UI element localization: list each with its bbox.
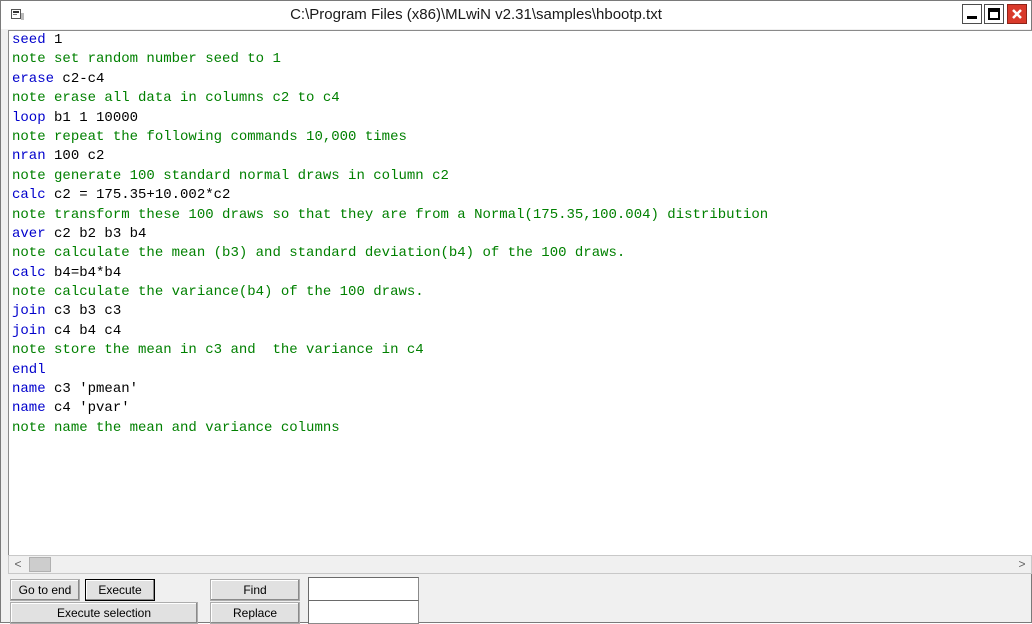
macro-arguments: c2 b2 b3 b4 xyxy=(45,225,147,242)
scroll-left-icon[interactable]: < xyxy=(9,556,27,573)
macro-arguments: b4=b4*b4 xyxy=(45,264,122,281)
macro-command: note xyxy=(12,245,46,262)
macro-command: note xyxy=(12,128,46,145)
macro-line[interactable]: nran 100 c2 xyxy=(12,147,768,166)
execute-selection-button[interactable]: Execute selection xyxy=(10,602,198,624)
macro-line[interactable]: calc c2 = 175.35+10.002*c2 xyxy=(12,186,768,205)
macro-command: loop xyxy=(12,109,46,126)
macro-line[interactable]: note name the mean and variance columns xyxy=(12,419,768,438)
macro-line[interactable]: note store the mean in c3 and the varian… xyxy=(12,341,768,360)
macro-line[interactable]: note generate 100 standard normal draws … xyxy=(12,167,768,186)
minimize-button[interactable] xyxy=(962,4,982,24)
macro-line[interactable]: endl xyxy=(12,361,768,380)
macro-arguments: c4 b4 c4 xyxy=(45,322,122,339)
replace-input[interactable] xyxy=(308,600,419,624)
macro-arguments: c2-c4 xyxy=(54,70,105,87)
maximize-icon xyxy=(988,8,1000,20)
macro-arguments: c4 'pvar' xyxy=(45,400,130,417)
macro-command: name xyxy=(12,400,46,417)
macro-arguments: generate 100 standard normal draws in co… xyxy=(45,167,449,184)
macro-line[interactable]: erase c2-c4 xyxy=(12,70,768,89)
macro-command: name xyxy=(12,381,46,398)
macro-command: nran xyxy=(12,148,46,165)
macro-arguments: c3 b3 c3 xyxy=(45,303,122,320)
replace-button[interactable]: Replace xyxy=(210,602,300,624)
macro-command: note xyxy=(12,342,46,359)
macro-arguments: name the mean and variance columns xyxy=(45,419,340,436)
macro-arguments: calculate the mean (b3) and standard dev… xyxy=(45,245,626,262)
macro-line[interactable]: name c4 'pvar' xyxy=(12,399,768,418)
macro-line[interactable]: note set random number seed to 1 xyxy=(12,50,768,69)
macro-command: erase xyxy=(12,70,55,87)
close-icon xyxy=(1012,9,1022,19)
macro-command: calc xyxy=(12,187,46,204)
window-title: C:\Program Files (x86)\MLwiN v2.31\sampl… xyxy=(290,6,662,23)
close-button[interactable] xyxy=(1007,4,1027,24)
macro-arguments: 1 xyxy=(45,32,63,48)
macro-line[interactable]: note calculate the variance(b4) of the 1… xyxy=(12,283,768,302)
macro-line[interactable]: note calculate the mean (b3) and standar… xyxy=(12,244,768,263)
macro-lines: seed 1 note set random number seed to 1 er… xyxy=(12,31,768,438)
macro-arguments: c2 = 175.35+10.002*c2 xyxy=(45,187,231,204)
macro-command: note xyxy=(12,419,46,436)
macro-line[interactable]: join c4 b4 c4 xyxy=(12,322,768,341)
scroll-thumb[interactable] xyxy=(29,557,51,572)
horizontal-scrollbar[interactable]: < > xyxy=(8,555,1032,574)
execute-button[interactable]: Execute xyxy=(85,579,155,601)
macro-arguments: b1 1 10000 xyxy=(45,109,139,126)
maximize-button[interactable] xyxy=(984,4,1004,24)
macro-line[interactable]: aver c2 b2 b3 b4 xyxy=(12,225,768,244)
find-input[interactable] xyxy=(308,577,419,601)
macro-arguments: transform these 100 draws so that they a… xyxy=(45,206,769,223)
macro-line[interactable]: name c3 'pmean' xyxy=(12,380,768,399)
macro-line[interactable]: note repeat the following commands 10,00… xyxy=(12,128,768,147)
macro-line[interactable]: note transform these 100 draws so that t… xyxy=(12,206,768,225)
scroll-right-icon[interactable]: > xyxy=(1013,556,1031,573)
editor-window: C:\Program Files (x86)\MLwiN v2.31\sampl… xyxy=(0,0,1032,624)
find-button[interactable]: Find xyxy=(210,579,300,601)
go-to-end-button[interactable]: Go to end xyxy=(10,579,80,601)
macro-line[interactable]: seed 1 xyxy=(12,31,768,50)
macro-line[interactable]: note erase all data in columns c2 to c4 xyxy=(12,89,768,108)
macro-command: aver xyxy=(12,225,46,242)
macro-line[interactable]: join c3 b3 c3 xyxy=(12,302,768,321)
macro-command: note xyxy=(12,51,46,68)
macro-arguments: erase all data in columns c2 to c4 xyxy=(45,90,340,107)
macro-command: calc xyxy=(12,264,46,281)
macro-text-editor[interactable]: seed 1 note set random number seed to 1 er… xyxy=(8,30,1032,555)
macro-line[interactable]: calc b4=b4*b4 xyxy=(12,264,768,283)
macro-arguments: 100 c2 xyxy=(45,148,105,165)
macro-command: join xyxy=(12,303,46,320)
macro-line[interactable]: loop b1 1 10000 xyxy=(12,109,768,128)
macro-command: note xyxy=(12,206,46,223)
macro-command: note xyxy=(12,90,46,107)
macro-command: note xyxy=(12,284,46,301)
macro-arguments: store the mean in c3 and the variance in… xyxy=(45,342,424,359)
macro-arguments: c3 'pmean' xyxy=(45,381,139,398)
title-bar[interactable]: C:\Program Files (x86)\MLwiN v2.31\sampl… xyxy=(1,1,1031,29)
macro-arguments: repeat the following commands 10,000 tim… xyxy=(45,128,407,145)
macro-command: endl xyxy=(12,361,46,378)
minimize-icon xyxy=(967,16,977,19)
macro-arguments: set random number seed to 1 xyxy=(45,51,281,68)
macro-command: note xyxy=(12,167,46,184)
macro-arguments: calculate the variance(b4) of the 100 dr… xyxy=(45,284,424,301)
macro-command: join xyxy=(12,322,46,339)
macro-command: seed xyxy=(12,32,46,48)
